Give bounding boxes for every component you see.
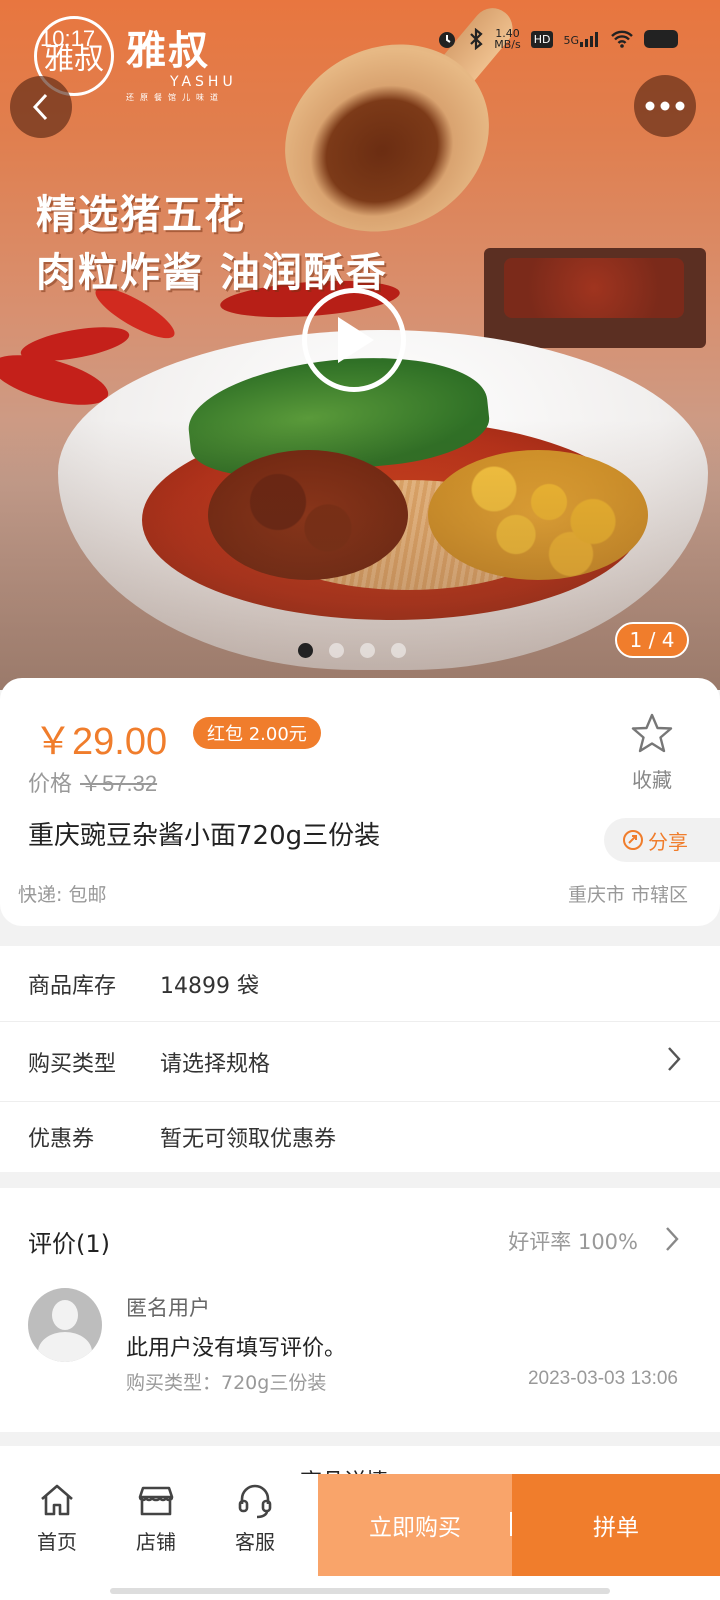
coupon-value: 暂无可领取优惠券 bbox=[160, 1127, 337, 1152]
home-indicator bbox=[110, 1588, 610, 1594]
carousel-dot[interactable] bbox=[298, 643, 313, 658]
purchase-type-row[interactable]: 购买类型 请选择规格 bbox=[0, 1022, 720, 1102]
home-icon bbox=[41, 1484, 73, 1516]
product-title: 重庆豌豆杂酱小面720g三份装 bbox=[28, 821, 381, 851]
play-video-button[interactable] bbox=[302, 288, 406, 392]
headset-icon bbox=[238, 1484, 272, 1519]
status-bar: 10:17 1.40 MB/s HD 5G bbox=[0, 22, 720, 58]
avatar bbox=[28, 1288, 102, 1362]
more-options-button[interactable] bbox=[634, 75, 696, 137]
stock-label: 商品库存 bbox=[28, 973, 117, 999]
brand-tagline: 还原餐馆儿味道 bbox=[126, 93, 224, 102]
reviews-section: 评价(1) 好评率 100% 匿名用户 此用户没有填写评价。 购买类型：720g… bbox=[0, 1188, 720, 1432]
group-buy-button[interactable]: 拼单 bbox=[512, 1474, 720, 1576]
current-price: ￥29.00 bbox=[34, 721, 168, 763]
nav-service-label: 客服 bbox=[235, 1530, 275, 1554]
original-price-label: 价格 bbox=[28, 772, 73, 797]
store-icon bbox=[138, 1486, 174, 1516]
coupon-row[interactable]: 优惠券 暂无可领取优惠券 bbox=[0, 1102, 720, 1172]
review-username: 匿名用户 bbox=[126, 1296, 210, 1320]
star-icon bbox=[631, 713, 673, 753]
bluetooth-icon bbox=[470, 28, 483, 50]
battery-icon bbox=[644, 30, 678, 48]
image-counter: 1 / 4 bbox=[615, 622, 689, 658]
brand-name-en: YASHU bbox=[170, 74, 237, 90]
positive-rating[interactable]: 好评率 100% bbox=[508, 1226, 638, 1256]
carousel-dot[interactable] bbox=[360, 643, 375, 658]
nav-home[interactable]: 首页 bbox=[17, 1480, 97, 1555]
review-purchase-type: 购买类型：720g三份装 bbox=[126, 1372, 327, 1394]
nav-store[interactable]: 店铺 bbox=[116, 1480, 196, 1555]
shipping-info: 快递: 包邮 bbox=[18, 884, 107, 906]
chili-image bbox=[18, 320, 132, 368]
chevron-right-icon[interactable] bbox=[662, 1224, 682, 1254]
stock-value: 14899 袋 bbox=[160, 973, 259, 999]
carousel-dot[interactable] bbox=[391, 643, 406, 658]
red-packet-badge[interactable]: 红包 2.00元 bbox=[193, 717, 321, 749]
product-image-carousel[interactable]: 雅叔 雅叔 YASHU 还原餐馆儿味道 精选猪五花 肉粒炸酱 油润酥香 1 / … bbox=[0, 0, 720, 690]
chevron-right-icon bbox=[668, 1047, 681, 1071]
alarm-icon bbox=[439, 32, 456, 48]
nav-service[interactable]: 客服 bbox=[215, 1480, 295, 1555]
carousel-dot[interactable] bbox=[329, 643, 344, 658]
share-label: 分享 bbox=[648, 829, 688, 854]
network-type: 5G bbox=[563, 34, 579, 47]
purchase-type-value: 请选择规格 bbox=[160, 1051, 271, 1077]
play-icon bbox=[338, 317, 374, 363]
stock-row: 商品库存 14899 袋 bbox=[0, 946, 720, 1022]
share-icon bbox=[623, 830, 643, 850]
favorite-button[interactable]: 收藏 bbox=[624, 712, 680, 793]
buy-now-button[interactable]: 立即购买 bbox=[318, 1474, 512, 1576]
bottom-action-bar: 首页 店铺 客服 立即购买 拼单 bbox=[0, 1474, 720, 1600]
spice-box-image bbox=[484, 248, 706, 348]
share-button[interactable]: 分享 bbox=[604, 818, 720, 862]
slogan-line-2: 肉粒炸酱 油润酥香 bbox=[36, 249, 388, 296]
slogan-line-1: 精选猪五花 bbox=[36, 191, 246, 238]
review-timestamp: 2023-03-03 13:06 bbox=[527, 1368, 678, 1389]
purchase-type-label: 购买类型 bbox=[28, 1051, 117, 1077]
product-info-section: 商品库存 14899 袋 购买类型 请选择规格 优惠券 暂无可领取优惠券 bbox=[0, 946, 720, 1172]
nav-store-label: 店铺 bbox=[136, 1530, 176, 1554]
network-speed-unit: MB/s bbox=[494, 38, 521, 51]
favorite-label: 收藏 bbox=[632, 768, 672, 792]
status-time: 10:17 bbox=[40, 26, 96, 51]
back-button[interactable] bbox=[10, 76, 72, 138]
signal-icon bbox=[580, 32, 598, 47]
reviews-title: 评价(1) bbox=[28, 1230, 110, 1258]
wifi-icon bbox=[611, 30, 633, 48]
coupon-label: 优惠券 bbox=[28, 1127, 95, 1152]
more-dots-icon bbox=[645, 101, 685, 111]
ship-from-location: 重庆市 市辖区 bbox=[567, 884, 688, 906]
original-price-value: ￥57.32 bbox=[80, 771, 158, 796]
original-price: 价格 ￥57.32 bbox=[28, 766, 157, 798]
hd-badge: HD bbox=[530, 30, 554, 48]
carousel-dots bbox=[298, 643, 406, 658]
nav-home-label: 首页 bbox=[37, 1530, 77, 1554]
chevron-left-icon bbox=[32, 93, 48, 121]
review-text: 此用户没有填写评价。 bbox=[126, 1336, 347, 1361]
